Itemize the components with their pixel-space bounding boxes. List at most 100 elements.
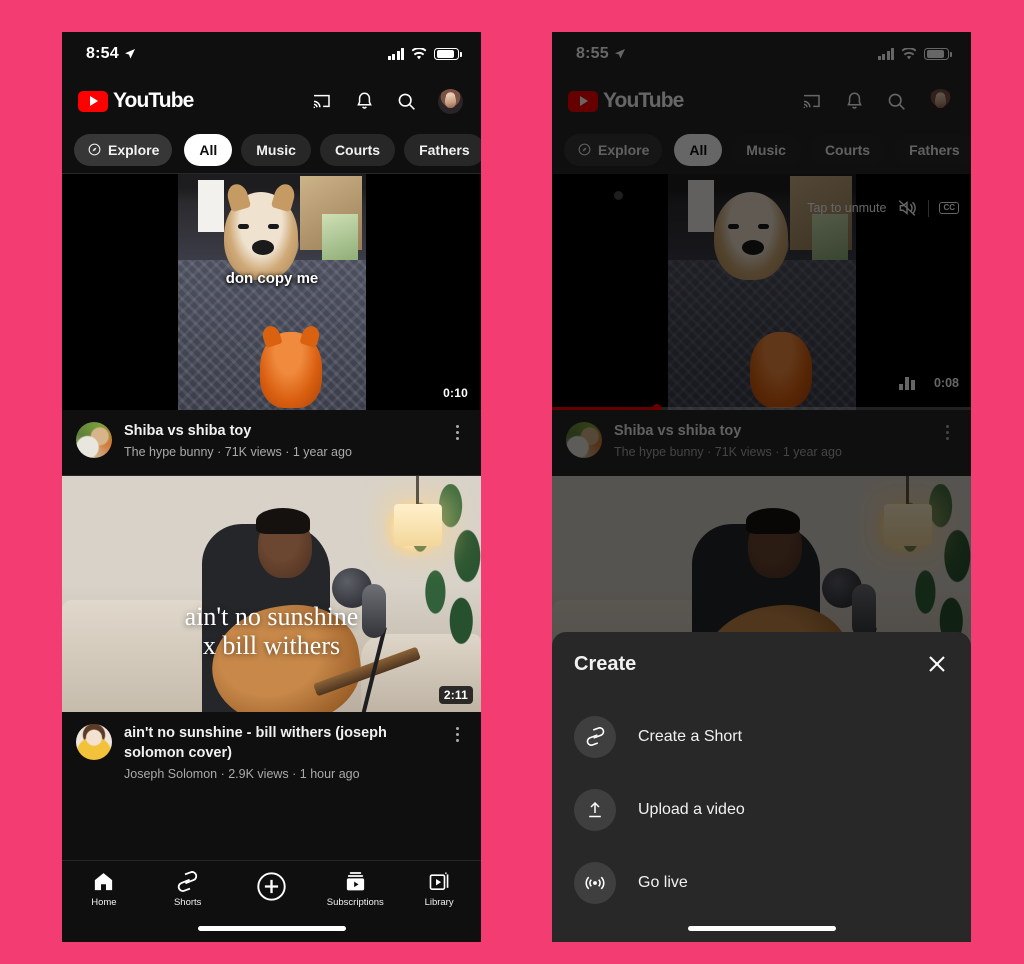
status-bar-time: 8:55 bbox=[576, 45, 609, 63]
chip-label: Music bbox=[256, 142, 296, 158]
more-options-icon[interactable] bbox=[937, 422, 957, 440]
status-bar-time-group: 8:55 bbox=[576, 45, 626, 63]
nav-label: Home bbox=[91, 897, 116, 908]
player-progress-bar[interactable] bbox=[552, 407, 971, 410]
progress-fill bbox=[552, 407, 657, 410]
video-meta-right-1[interactable]: Shiba vs shiba toy The hype bunny · 71K … bbox=[552, 410, 971, 475]
thumbnail-caption: ain't no sunshine x bill withers bbox=[62, 602, 481, 660]
chip-music[interactable]: Music bbox=[241, 134, 311, 166]
cc-icon[interactable]: CC bbox=[939, 202, 959, 215]
compass-icon bbox=[87, 142, 102, 157]
control-divider bbox=[928, 200, 929, 217]
chip-courts[interactable]: Courts bbox=[810, 134, 885, 166]
cast-icon[interactable] bbox=[310, 91, 333, 111]
chip-all[interactable]: All bbox=[674, 134, 722, 166]
channel-avatar[interactable] bbox=[76, 422, 112, 458]
player-elapsed-time: 0:08 bbox=[934, 376, 959, 390]
upload-icon bbox=[574, 789, 616, 831]
filter-chip-row-right[interactable]: Explore All Music Courts Fathers bbox=[552, 126, 971, 174]
nav-item-home[interactable]: Home bbox=[62, 870, 146, 908]
search-icon[interactable] bbox=[886, 91, 907, 112]
avatar[interactable] bbox=[438, 89, 463, 114]
plush-toy-shape bbox=[750, 332, 812, 408]
shorts-glyph bbox=[585, 726, 606, 747]
create-sheet-title: Create bbox=[574, 653, 636, 676]
chip-explore[interactable]: Explore bbox=[74, 134, 172, 166]
dimmable-content: 8:55 YouTube bbox=[552, 32, 971, 712]
subscriptions-icon bbox=[344, 870, 367, 893]
channel-avatar[interactable] bbox=[76, 724, 112, 760]
chip-explore[interactable]: Explore bbox=[564, 134, 662, 166]
home-icon bbox=[92, 870, 115, 893]
avatar[interactable] bbox=[928, 89, 953, 114]
battery-full-icon bbox=[434, 48, 459, 61]
dog-shape bbox=[224, 192, 298, 280]
equalizer-icon bbox=[899, 377, 915, 390]
window-decor bbox=[198, 180, 224, 232]
video-meta-2[interactable]: ain't no sunshine - bill withers (joseph… bbox=[62, 712, 481, 797]
nav-item-subscriptions[interactable]: Subscriptions bbox=[313, 870, 397, 908]
nav-item-library[interactable]: Library bbox=[397, 870, 481, 908]
nav-label: Shorts bbox=[174, 897, 201, 908]
video-duration-badge: 2:11 bbox=[439, 686, 473, 704]
bell-icon[interactable] bbox=[844, 90, 865, 112]
search-icon[interactable] bbox=[396, 91, 417, 112]
progress-knob[interactable] bbox=[652, 404, 662, 411]
nav-item-create[interactable] bbox=[230, 870, 314, 907]
chip-fathers[interactable]: Fathers bbox=[894, 134, 971, 166]
channel-avatar[interactable] bbox=[566, 422, 602, 458]
location-arrow-icon bbox=[614, 48, 626, 60]
nav-item-shorts[interactable]: Shorts bbox=[146, 870, 230, 908]
dog-eye-right bbox=[758, 224, 769, 229]
muted-speaker-icon[interactable] bbox=[896, 198, 918, 218]
equalizer-wrap bbox=[899, 377, 915, 390]
player-top-controls: Tap to unmute CC bbox=[807, 198, 959, 218]
library-icon bbox=[428, 870, 451, 893]
upload-glyph bbox=[585, 800, 605, 820]
video-text-block: ain't no sunshine - bill withers (joseph… bbox=[124, 724, 435, 781]
modal-dim-wrapper: 8:55 YouTube bbox=[552, 32, 971, 942]
create-bottom-sheet: Create Create a Short Upload a v bbox=[552, 632, 971, 942]
create-option-short[interactable]: Create a Short bbox=[574, 700, 949, 773]
close-icon[interactable] bbox=[925, 652, 949, 676]
shorts-icon bbox=[176, 870, 199, 893]
video-thumbnail-2[interactable]: ain't no sunshine x bill withers 2:11 bbox=[62, 476, 481, 712]
create-option-upload[interactable]: Upload a video bbox=[574, 773, 949, 846]
chip-label: Fathers bbox=[909, 142, 960, 158]
cast-icon[interactable] bbox=[800, 91, 823, 111]
video-meta-1[interactable]: Shiba vs shiba toy The hype bunny · 71K … bbox=[62, 410, 481, 475]
video-subtitle: The hype bunny · 71K views · 1 year ago bbox=[124, 445, 435, 459]
create-sheet-options: Create a Short Upload a video Go live bbox=[574, 700, 949, 919]
phone-right: 8:55 YouTube bbox=[552, 32, 971, 942]
loading-dot bbox=[614, 191, 623, 200]
filter-chip-row-left[interactable]: Explore All Music Courts Fathers bbox=[62, 126, 481, 174]
lamp-decor bbox=[884, 504, 932, 546]
box-decor-2 bbox=[322, 214, 358, 260]
wifi-icon bbox=[411, 48, 427, 60]
create-option-golive[interactable]: Go live bbox=[574, 846, 949, 919]
tap-to-unmute-label[interactable]: Tap to unmute bbox=[807, 201, 886, 215]
youtube-header-left: YouTube bbox=[62, 76, 481, 126]
chip-music[interactable]: Music bbox=[731, 134, 801, 166]
chip-courts[interactable]: Courts bbox=[320, 134, 395, 166]
person-head bbox=[258, 514, 312, 578]
cellular-bars-icon bbox=[878, 48, 895, 60]
more-options-icon[interactable] bbox=[447, 724, 467, 742]
chip-all[interactable]: All bbox=[184, 134, 232, 166]
bell-icon[interactable] bbox=[354, 90, 375, 112]
header-actions bbox=[800, 89, 953, 114]
box-decor-2 bbox=[812, 214, 848, 260]
video-thumbnail-1[interactable]: don copy me 0:10 bbox=[62, 174, 481, 410]
status-bar-left: 8:54 bbox=[62, 32, 481, 76]
youtube-logo[interactable]: YouTube bbox=[568, 89, 683, 113]
inline-video-player[interactable]: Tap to unmute CC 0:08 bbox=[552, 174, 971, 410]
chip-label: Courts bbox=[335, 142, 380, 158]
chip-label: Explore bbox=[598, 142, 649, 158]
status-bar-right: 8:55 bbox=[552, 32, 971, 76]
youtube-logo[interactable]: YouTube bbox=[78, 89, 193, 113]
chip-fathers[interactable]: Fathers bbox=[404, 134, 481, 166]
video-title: Shiba vs shiba toy bbox=[614, 422, 925, 441]
screenshot-canvas: 8:54 YouTube bbox=[0, 0, 1024, 964]
more-options-icon[interactable] bbox=[447, 422, 467, 440]
phone-left: 8:54 YouTube bbox=[62, 32, 481, 942]
